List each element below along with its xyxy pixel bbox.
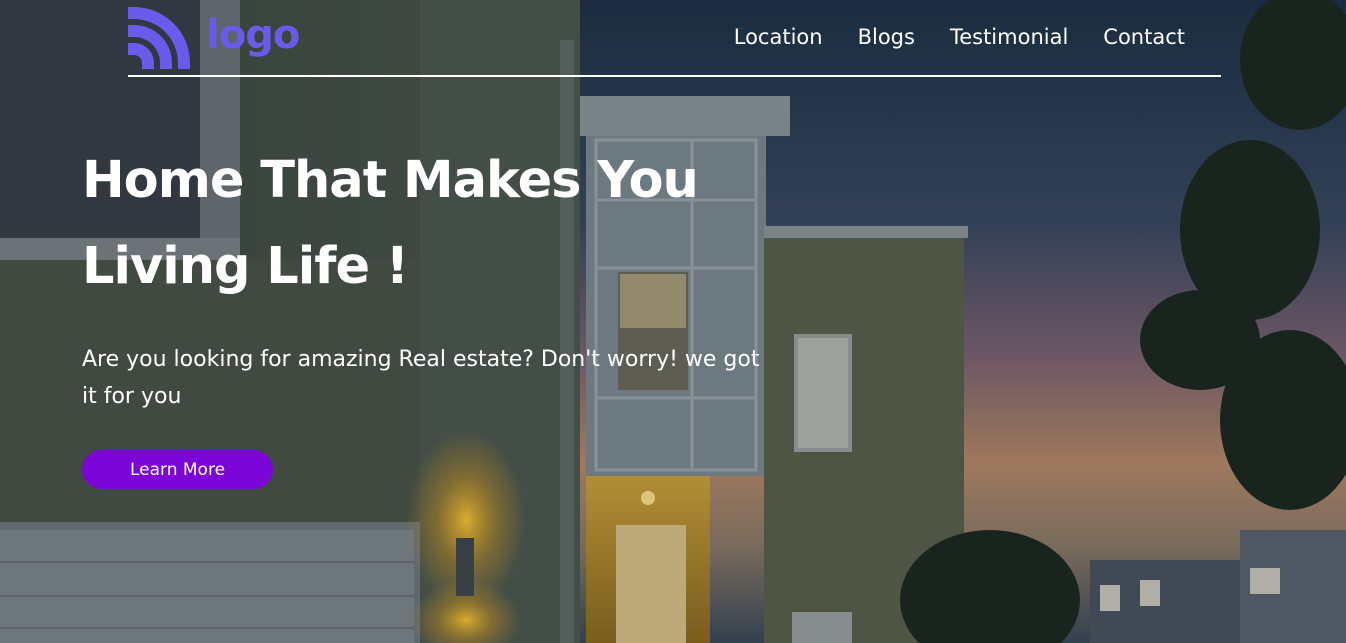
learn-more-button[interactable]: Learn More <box>82 450 273 489</box>
main-nav: Location Blogs Testimonial Contact <box>699 22 1185 52</box>
nav-link-testimonial[interactable]: Testimonial <box>950 22 1068 52</box>
nav-link-location[interactable]: Location <box>734 22 823 52</box>
site-header: logo Location Blogs Testimonial Contact <box>128 0 1221 77</box>
wifi-arcs-icon <box>128 7 190 69</box>
hero-subtext: Are you looking for amazing Real estate?… <box>82 347 760 409</box>
logo-text: logo <box>206 12 300 58</box>
hero-overlay <box>0 0 1346 643</box>
nav-link-blogs[interactable]: Blogs <box>858 22 915 52</box>
logo-link[interactable]: logo <box>128 6 300 70</box>
nav-link-contact[interactable]: Contact <box>1103 22 1185 52</box>
hero-section: logo Location Blogs Testimonial Contact … <box>0 0 1346 643</box>
hero-headline: Home That Makes You Living Life ! <box>82 151 699 296</box>
